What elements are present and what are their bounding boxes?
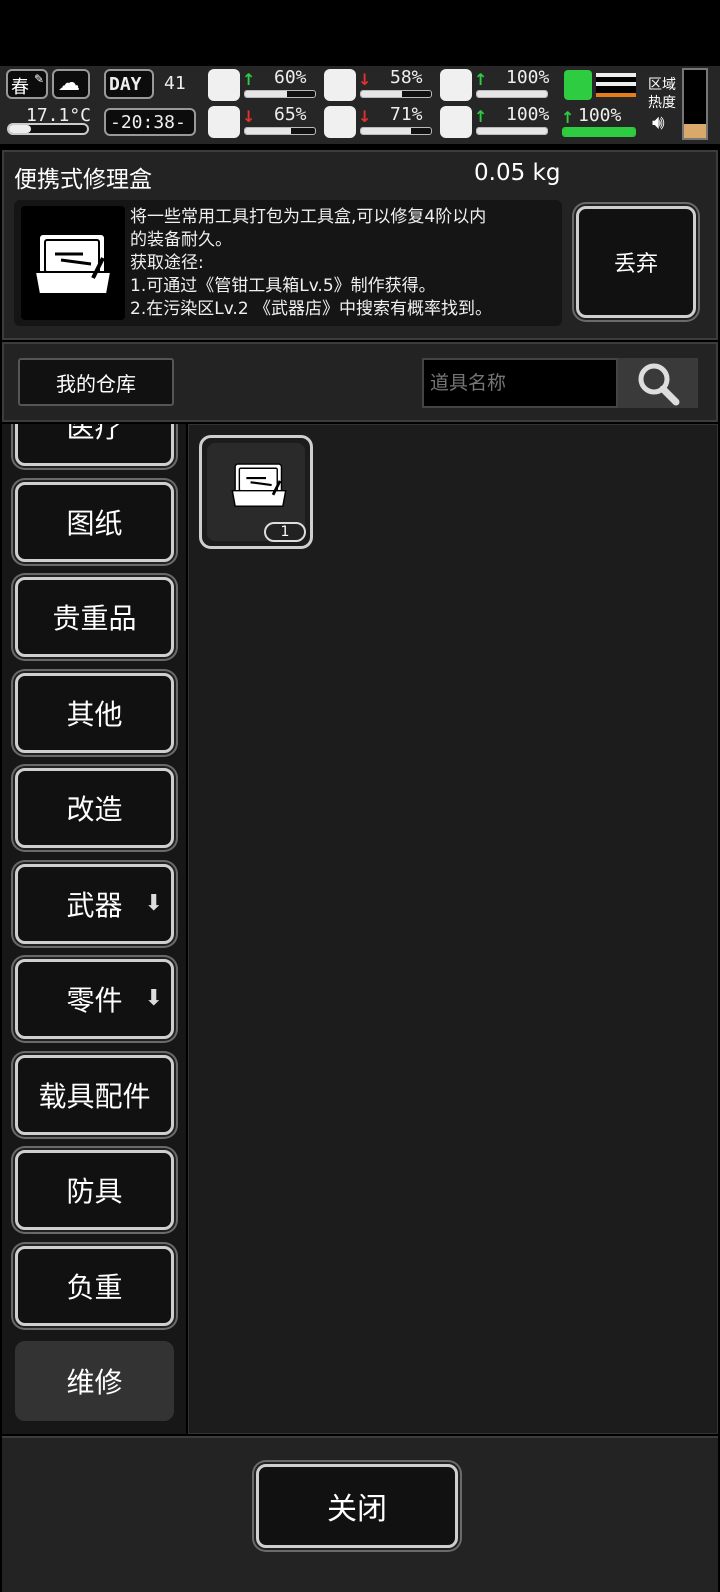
my-storage-tab[interactable]: 我的仓库 [18, 358, 174, 406]
water-drop-icon [324, 106, 356, 138]
day-box: DAY [104, 69, 154, 99]
boot-icon [564, 70, 592, 100]
weather-box: ☁ [52, 69, 90, 99]
day-label: DAY [109, 74, 142, 95]
stamina-bar [562, 127, 636, 137]
speaker-icon[interactable]: 🔊︎ [652, 110, 665, 134]
category-label: 维修 [66, 1366, 123, 1399]
item-icon-frame [21, 206, 125, 320]
item-name: 便携式修理盒 [14, 167, 152, 193]
category-button[interactable]: 贵重品 [15, 577, 174, 657]
search-input[interactable] [422, 358, 618, 408]
category-button[interactable]: 零件 ⬇ [15, 959, 174, 1039]
category-label: 其他 [66, 697, 123, 731]
description-line: 1.可通过《管钳工具箱Lv.5》制作获得。 [130, 276, 436, 296]
category-label: 医疗 [66, 424, 123, 444]
category-label: 贵重品 [52, 602, 137, 635]
category-label: 图纸 [66, 506, 123, 540]
description-line: 将一些常用工具打包为工具盒,可以修复4阶以内 [130, 207, 487, 227]
system-status-bar [0, 0, 720, 66]
item-count-badge: 1 [264, 522, 306, 542]
category-label: 防具 [66, 1175, 123, 1208]
storage-header: 我的仓库 [2, 342, 718, 422]
season-label: 春 [11, 77, 29, 98]
stat-trend-arrow: ↑ [474, 107, 488, 126]
category-button[interactable]: 防具 [15, 1150, 174, 1230]
stat-bar [244, 127, 316, 135]
stat-value: 100% [506, 67, 550, 88]
stamina-trend-arrow: ↑ [561, 108, 575, 127]
category-button[interactable]: 武器 ⬇ [15, 863, 174, 944]
category-label: 负重 [66, 1270, 123, 1304]
category-button[interactable]: 其他 [15, 672, 174, 753]
description-line: 的装备耐久。 [130, 230, 232, 250]
item-grid: 1 [188, 424, 718, 1434]
category-button[interactable]: 负重 [15, 1245, 174, 1326]
zone-heat-label-2: 热度 [648, 95, 676, 111]
stat-bar [244, 90, 316, 98]
shield-icon [440, 69, 472, 101]
down-arrow-icon: ⬇ [144, 986, 163, 1011]
discard-button[interactable]: 丢弃 [576, 206, 696, 318]
repair-toolbox-icon [231, 463, 287, 507]
category-label: 载具配件 [38, 1079, 151, 1113]
item-description: 将一些常用工具打包为工具盒,可以修复4阶以内 的装备耐久。 获取途径: 1.可通过《管… [130, 206, 492, 321]
zone-heat-meter [682, 68, 708, 140]
item-weight: 0.05 kg [474, 160, 561, 186]
stat-trend-arrow: ↓ [358, 70, 372, 89]
down-arrow-icon: ⬇ [144, 890, 163, 916]
stat-bar [360, 90, 432, 98]
medkit-icon [208, 69, 240, 101]
category-button[interactable]: 载具配件 [15, 1054, 174, 1135]
repair-toolbox-icon [33, 233, 113, 295]
search-icon [638, 363, 680, 406]
stat-bar [360, 127, 432, 135]
time-box: -20:38- [104, 108, 196, 136]
day-value: 41 [164, 73, 186, 94]
category-label: 改造 [66, 793, 123, 826]
category-button[interactable]: 医疗 [15, 424, 174, 466]
category-button[interactable]: 维修 [15, 1341, 174, 1421]
game-hud: 春 ✎ ☁ 17.1°C DAY 41 -20:38- ↑ 60% ↓ 58% ↑ 100… [0, 66, 720, 144]
description-line: 2.在污染区Lv.2 《武器店》中搜索有概率找到。 [130, 299, 493, 319]
grid-item-slot[interactable]: 1 [199, 435, 313, 549]
brain-icon [208, 106, 240, 138]
search-button[interactable] [618, 358, 698, 408]
feather-icon: ✎ [34, 72, 45, 86]
stamina-box [562, 69, 638, 101]
category-button[interactable]: 改造 [15, 768, 174, 848]
category-sidebar[interactable]: 医疗图纸贵重品其他改造武器 ⬇ 零件 ⬇ 载具配件防具负重维修 [2, 424, 186, 1434]
footer-bar: 关闭 [2, 1436, 718, 1592]
thermometer-icon [7, 123, 89, 135]
stat-trend-arrow: ↑ [242, 70, 256, 89]
stamina-stripe-icon [596, 73, 636, 97]
heart-icon [440, 106, 472, 138]
cloud-icon: ☁ [58, 71, 80, 96]
stat-bar [476, 90, 548, 98]
stat-value: 71% [390, 104, 423, 125]
stat-value: 60% [274, 67, 307, 88]
season-box: 春 ✎ [6, 69, 48, 99]
stat-bar [476, 127, 548, 135]
category-label: 武器 [66, 888, 123, 922]
stat-trend-arrow: ↓ [358, 107, 372, 126]
category-label: 零件 [66, 984, 123, 1017]
stat-trend-arrow: ↑ [474, 70, 488, 89]
close-button[interactable]: 关闭 [256, 1464, 458, 1548]
description-line: 获取途径: [130, 253, 204, 273]
zone-heat-label-1: 区域 [648, 77, 676, 93]
stomach-icon [324, 69, 356, 101]
stat-value: 65% [274, 104, 307, 125]
category-button[interactable]: 图纸 [15, 481, 174, 562]
stat-trend-arrow: ↓ [242, 107, 256, 126]
time-readout: -20:38- [110, 112, 186, 133]
stamina-value: 100% [578, 105, 622, 126]
item-detail-panel: 便携式修理盒 0.05 kg 将一些常用工具打包为工具盒,可以修复4阶以内 的装备… [2, 150, 718, 340]
stat-value: 58% [390, 67, 423, 88]
stat-value: 100% [506, 104, 550, 125]
